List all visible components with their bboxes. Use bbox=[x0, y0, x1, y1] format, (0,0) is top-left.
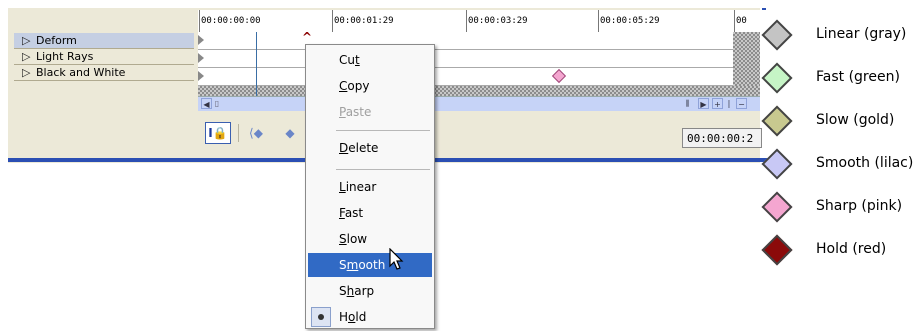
menu-item-delete[interactable]: Delete bbox=[308, 136, 432, 160]
keyframe-diamond-icon bbox=[761, 148, 793, 180]
ruler-tick-label: 00:00:03:29 bbox=[468, 16, 528, 26]
zoom-out-icon[interactable]: − bbox=[736, 98, 747, 109]
keyframe-lanes[interactable] bbox=[198, 32, 760, 96]
menu-item-label: Slow bbox=[339, 232, 368, 246]
timeline-ruler[interactable]: 00:00:00:00 00:00:01:29 00:00:03:29 00:0… bbox=[198, 10, 760, 33]
divider-icon: | bbox=[727, 99, 731, 108]
menu-item-label: Paste bbox=[339, 105, 372, 119]
ruler-tick-line bbox=[466, 10, 467, 32]
scroll-left-icon[interactable]: ◀ bbox=[201, 98, 212, 109]
keyframe-diamond-icon bbox=[761, 19, 793, 51]
menu-item-slow[interactable]: Slow bbox=[308, 227, 432, 251]
menu-item-label: Fast bbox=[339, 206, 364, 220]
ruler-tick-line bbox=[199, 10, 200, 32]
ruler-tick-line bbox=[734, 10, 735, 32]
menu-item-fast[interactable]: Fast bbox=[308, 201, 432, 225]
legend-label: Fast (green) bbox=[816, 69, 900, 85]
context-menu: Cut Copy Paste Delete Linear Fast Slow S… bbox=[305, 44, 435, 329]
keyframe-diamond-icon bbox=[761, 62, 793, 94]
track-light-rays[interactable]: ▷ Light Rays bbox=[14, 49, 194, 65]
menu-item-copy[interactable]: Copy bbox=[308, 74, 432, 98]
horizontal-scrollbar[interactable]: ◀ ▯ ⫼ ▶ + | − bbox=[198, 96, 760, 111]
out-of-range-area bbox=[733, 32, 760, 86]
ruler-tick-label: 00 bbox=[736, 16, 747, 26]
ruler-tick-label: 00:00:05:29 bbox=[600, 16, 660, 26]
lock-text-icon[interactable]: I🔒 bbox=[205, 122, 231, 144]
menu-separator bbox=[336, 130, 430, 131]
radio-check-icon bbox=[311, 307, 331, 327]
next-keyframe-icon[interactable]: ◆ bbox=[283, 126, 297, 140]
ruler-tick-line bbox=[332, 10, 333, 32]
menu-item-label: Hold bbox=[339, 310, 367, 324]
keyframe-lane[interactable] bbox=[198, 68, 733, 86]
track-list: ▷ Deform ▷ Light Rays ▷ Black and White bbox=[14, 33, 194, 81]
prev-keyframe-icon[interactable]: ⟨◆ bbox=[249, 126, 263, 140]
keyframe-diamond-icon bbox=[761, 234, 793, 266]
zoom-in-icon[interactable]: + bbox=[712, 98, 723, 109]
expand-triangle-icon[interactable]: ▷ bbox=[22, 33, 36, 49]
expand-triangle-icon[interactable]: ▷ bbox=[22, 65, 36, 81]
scroll-right-icon[interactable]: ▶ bbox=[698, 98, 709, 109]
cursor-caret-icon: ^ bbox=[302, 30, 313, 44]
lane-start-marker bbox=[198, 53, 204, 63]
menu-item-label: Linear bbox=[339, 180, 377, 194]
menu-item-label: Copy bbox=[339, 79, 370, 93]
track-black-and-white[interactable]: ▷ Black and White bbox=[14, 65, 194, 81]
legend-item: Slow (gold) bbox=[760, 104, 920, 140]
menu-item-sharp[interactable]: Sharp bbox=[308, 279, 432, 303]
corner-accent bbox=[762, 8, 766, 10]
menu-item-label: Smooth bbox=[339, 258, 386, 272]
menu-item-linear[interactable]: Linear bbox=[308, 175, 432, 199]
radio-dot-icon bbox=[318, 314, 324, 320]
expand-triangle-icon[interactable]: ▷ bbox=[22, 49, 36, 65]
legend-label: Linear (gray) bbox=[816, 26, 907, 42]
legend-item: Linear (gray) bbox=[760, 18, 920, 54]
menu-separator bbox=[336, 169, 430, 170]
legend-label: Slow (gold) bbox=[816, 112, 895, 128]
menu-item-label: Delete bbox=[339, 141, 379, 155]
track-label: Black and White bbox=[36, 66, 126, 79]
scroll-grip-icon: ⫼ bbox=[685, 99, 690, 108]
legend-label: Smooth (lilac) bbox=[816, 155, 914, 171]
track-label: Deform bbox=[36, 34, 77, 47]
sharp-keyframe[interactable] bbox=[551, 68, 567, 84]
menu-item-hold[interactable]: Hold bbox=[308, 305, 432, 329]
legend-item: Hold (red) bbox=[760, 233, 920, 269]
out-of-range-area bbox=[198, 86, 760, 96]
keyframe-lane[interactable] bbox=[198, 32, 733, 50]
lane-start-marker bbox=[198, 35, 204, 45]
ruler-tick-label: 00:00:01:29 bbox=[334, 16, 394, 26]
legend-label: Hold (red) bbox=[816, 241, 887, 257]
menu-item-paste[interactable]: Paste bbox=[308, 100, 432, 124]
playhead[interactable] bbox=[256, 32, 257, 104]
menu-item-smooth[interactable]: Smooth bbox=[308, 253, 432, 277]
menu-item-label: Cut bbox=[339, 53, 360, 67]
ruler-tick-label: 00:00:00:00 bbox=[201, 16, 261, 26]
ruler-tick-line bbox=[598, 10, 599, 32]
keyframe-diamond-icon bbox=[761, 105, 793, 137]
lane-start-marker bbox=[198, 71, 204, 81]
menu-item-label: Sharp bbox=[339, 284, 375, 298]
mouse-pointer-icon bbox=[389, 248, 404, 270]
track-deform[interactable]: ▷ Deform bbox=[14, 33, 194, 49]
track-label: Light Rays bbox=[36, 50, 94, 63]
legend-item: Fast (green) bbox=[760, 61, 920, 97]
timecode-display[interactable]: 00:00:00:2 bbox=[682, 128, 762, 148]
legend-item: Sharp (pink) bbox=[760, 190, 920, 226]
menu-item-cut[interactable]: Cut bbox=[308, 48, 432, 72]
legend-label: Sharp (pink) bbox=[816, 198, 903, 214]
keyframe-lane[interactable] bbox=[198, 50, 733, 68]
scroll-thumb[interactable]: ▯ bbox=[213, 98, 221, 109]
keyframe-diamond-icon bbox=[761, 191, 793, 223]
toolbar-divider bbox=[238, 124, 239, 142]
legend-item: Smooth (lilac) bbox=[760, 147, 920, 183]
